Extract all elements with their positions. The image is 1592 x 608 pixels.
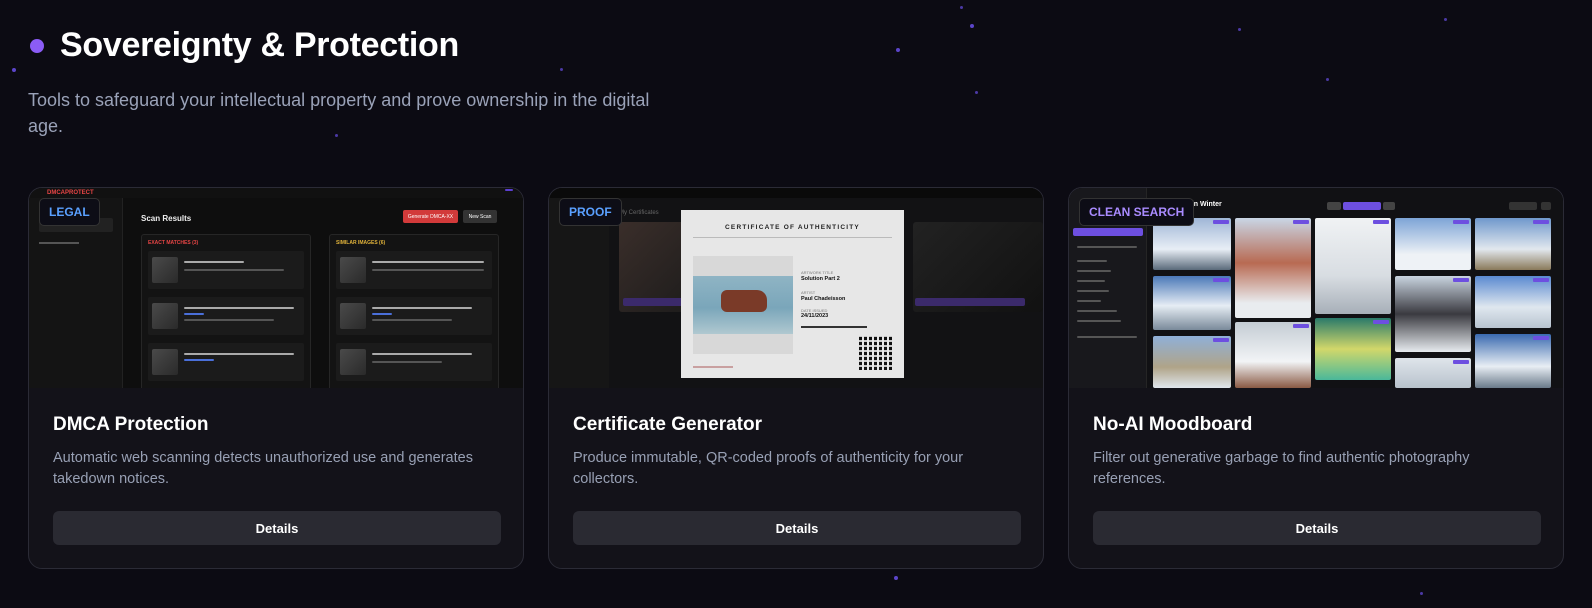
certificate-artist-value: Paul Chadeisson [801, 296, 846, 302]
moodboard-preview-screenshot: Castles in Winter CLEAN SEARCH [1069, 188, 1563, 388]
details-button[interactable]: Details [53, 511, 501, 545]
preview-exact-header: EXACT MATCHES (3) [148, 240, 199, 246]
star-decoration [896, 48, 900, 52]
moodboard-image-tile [1153, 336, 1231, 388]
accent-dot-icon [30, 38, 44, 53]
moodboard-image-tile [1235, 322, 1311, 388]
star-decoration [975, 91, 978, 94]
certificate-artwork-label: ARTWORK TITLE [801, 270, 834, 275]
qr-code-icon [859, 336, 893, 370]
card-title: No-AI Moodboard [1093, 414, 1253, 435]
moodboard-image-tile [1235, 218, 1311, 318]
moodboard-image-tile [1395, 358, 1471, 388]
moodboard-image-tile [1475, 276, 1551, 328]
star-decoration [1420, 592, 1423, 595]
moodboard-image-tile [1475, 218, 1551, 270]
certificate-title: CERTIFICATE OF AUTHENTICITY [725, 224, 860, 231]
moodboard-image-tile [1395, 218, 1471, 270]
certificate-document: CERTIFICATE OF AUTHENTICITY ARTWORK TITL… [681, 210, 904, 378]
preview-scan-badge [505, 189, 513, 191]
card-description: Automatic web scanning detects unauthori… [53, 450, 473, 487]
preview-heading: Scan Results [141, 214, 192, 223]
moodboard-image-tile [1315, 318, 1391, 380]
certificate-date-value: 24/11/2023 [801, 313, 829, 319]
certificate-artist-label: ARTIST [801, 290, 816, 295]
star-decoration [1238, 28, 1241, 31]
preview-panel-title: My Certificates [619, 210, 659, 216]
certificate-preview-screenshot: My Certificates CERTIFICATE OF AUTHENTIC… [549, 188, 1043, 388]
card-description: Produce immutable, QR-coded proofs of au… [573, 450, 964, 487]
badge-legal: LEGAL [39, 198, 100, 226]
dmca-preview-screenshot: DMCAPROTECT Scan Results Generate DMCA-X… [29, 188, 523, 388]
certificate-artwork-value: Solution Part 2 [801, 276, 840, 282]
certificate-artwork-image [693, 256, 793, 354]
preview-similar-header: SIMILAR IMAGES (6) [336, 240, 386, 246]
feature-cards: DMCAPROTECT Scan Results Generate DMCA-X… [28, 187, 1564, 569]
feature-card-dmca[interactable]: DMCAPROTECT Scan Results Generate DMCA-X… [28, 187, 524, 569]
card-title: Certificate Generator [573, 414, 763, 435]
moodboard-image-tile [1315, 218, 1391, 314]
preview-exact-matches: EXACT MATCHES (3) [141, 234, 311, 388]
feature-card-certificate[interactable]: My Certificates CERTIFICATE OF AUTHENTIC… [548, 187, 1044, 569]
star-decoration [970, 24, 974, 28]
badge-proof: PROOF [559, 198, 622, 226]
preview-topbar: DMCAPROTECT [29, 188, 523, 198]
star-decoration [12, 68, 16, 72]
section-header: Sovereignty & Protection Tools to safegu… [28, 26, 688, 139]
star-decoration [894, 576, 898, 580]
star-decoration [1326, 78, 1329, 81]
details-button[interactable]: Details [1093, 511, 1541, 545]
preview-generate-button: Generate DMCA-XX [403, 210, 458, 223]
moodboard-image-tile [1153, 276, 1231, 330]
card-description: Filter out generative garbage to find au… [1093, 450, 1470, 487]
moodboard-image-tile [1475, 334, 1551, 388]
card-title: DMCA Protection [53, 414, 209, 435]
preview-main: Scan Results Generate DMCA-XX New Scan E… [123, 198, 523, 388]
star-decoration [960, 6, 963, 9]
badge-clean-search: CLEAN SEARCH [1079, 198, 1195, 226]
preview-new-scan-button: New Scan [463, 210, 497, 223]
section-subtitle: Tools to safeguard your intellectual pro… [28, 90, 650, 136]
star-decoration [1444, 18, 1447, 21]
section-title: Sovereignty & Protection [60, 26, 459, 64]
preview-similar-images: SIMILAR IMAGES (6) [329, 234, 499, 388]
feature-card-moodboard[interactable]: Castles in Winter CLEAN SEARCH No-AI Moo… [1068, 187, 1564, 569]
preview-sidebar [29, 198, 123, 388]
moodboard-image-tile [1395, 276, 1471, 352]
preview-app-name: DMCAPROTECT [47, 190, 94, 196]
details-button[interactable]: Details [573, 511, 1021, 545]
